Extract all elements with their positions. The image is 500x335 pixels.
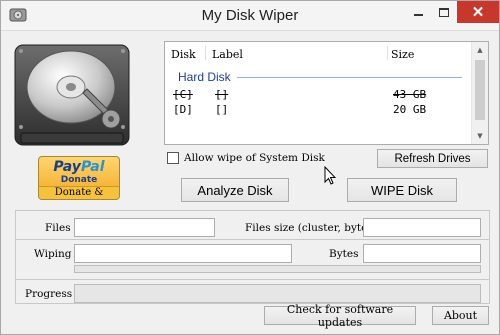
column-separator	[387, 46, 388, 60]
maximize-icon	[439, 7, 449, 17]
overall-progress-bar	[74, 284, 481, 303]
scroll-thumb[interactable]	[475, 60, 485, 120]
wiping-label: Wiping	[34, 248, 72, 260]
maximize-button[interactable]	[431, 1, 457, 23]
paypal-logo: PayPal	[53, 159, 105, 175]
paypal-donate-label: Donate	[60, 175, 98, 185]
disk-list-scrollbar[interactable]: ▲ ▼	[471, 42, 488, 144]
scroll-up-icon[interactable]: ▲	[472, 42, 488, 58]
title-bar: My Disk Wiper ✕	[1, 1, 499, 31]
disk-list[interactable]: Disk Label Size Hard Disk [C] [] 43 GB […	[164, 41, 489, 145]
app-window: My Disk Wiper ✕ PayPal Donate Donate & D…	[0, 0, 500, 335]
column-separator	[205, 46, 206, 60]
bytes-field[interactable]	[363, 244, 481, 263]
files-size-field[interactable]	[363, 218, 481, 237]
minimize-button[interactable]	[405, 1, 431, 23]
wiping-field[interactable]	[74, 244, 292, 263]
disk-size: 20 GB	[393, 103, 427, 116]
disk-row-c[interactable]: [C] [] 43 GB	[165, 87, 470, 103]
disk-label: []	[215, 103, 229, 116]
donate-register-label: Donate & register	[39, 186, 119, 199]
files-label: Files	[45, 222, 71, 234]
allow-system-wipe-option[interactable]: Allow wipe of System Disk	[167, 150, 325, 165]
analyze-disk-button[interactable]: Analyze Disk	[181, 178, 289, 202]
scroll-down-icon[interactable]: ▼	[472, 128, 488, 144]
disk-id: [C]	[173, 88, 193, 101]
panel-divider	[16, 279, 489, 280]
disk-label: []	[215, 88, 229, 101]
group-hard-disk: Hard Disk	[178, 70, 231, 84]
close-button[interactable]: ✕	[457, 1, 499, 23]
column-disk[interactable]: Disk	[171, 48, 196, 61]
disk-row-d[interactable]: [D] [] 20 GB	[165, 102, 470, 118]
column-size[interactable]: Size	[391, 48, 414, 61]
paypal-donate-button[interactable]: PayPal Donate Donate & register	[38, 156, 120, 200]
hard-disk-illustration	[14, 44, 130, 146]
about-button[interactable]: About	[432, 306, 489, 325]
minimize-icon	[413, 14, 423, 16]
files-field[interactable]	[74, 218, 215, 237]
disk-size: 43 GB	[393, 88, 427, 101]
refresh-drives-button[interactable]: Refresh Drives	[377, 149, 488, 168]
allow-system-wipe-checkbox[interactable]	[167, 151, 179, 164]
panel-divider	[16, 239, 489, 240]
group-divider	[237, 77, 462, 78]
disk-id: [D]	[173, 103, 193, 116]
column-label[interactable]: Label	[212, 48, 243, 61]
files-size-label: Files size (cluster, bytes)	[245, 222, 377, 234]
check-updates-button[interactable]: Check for software updates	[264, 303, 416, 329]
close-icon: ✕	[471, 3, 485, 21]
mouse-cursor	[324, 166, 336, 185]
allow-system-wipe-label: Allow wipe of System Disk	[184, 151, 325, 164]
progress-label: Progress	[25, 288, 73, 300]
wipe-disk-button[interactable]: WIPE Disk	[347, 178, 457, 202]
wiping-progress-bar	[74, 265, 481, 273]
bytes-label: Bytes	[329, 248, 359, 260]
